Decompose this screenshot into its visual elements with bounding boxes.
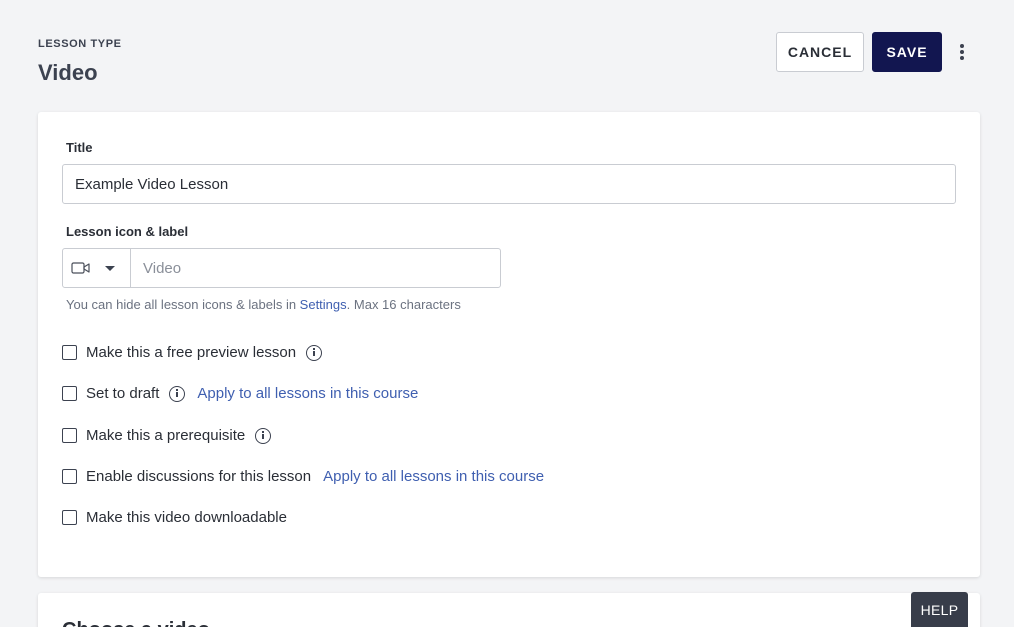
help-text-suffix: . Max 16 characters [346,297,461,312]
option-set-draft: Set to draft Apply to all lessons in thi… [62,385,418,402]
lesson-settings-card: Title Lesson icon & label You can hide a… [38,112,980,577]
page-header: LESSON TYPE Video [38,38,122,86]
discussions-checkbox[interactable] [62,469,77,484]
chevron-down-icon [105,265,115,271]
info-icon[interactable] [306,344,323,361]
title-input[interactable] [62,164,956,204]
downloadable-label[interactable]: Make this video downloadable [86,509,287,526]
set-draft-checkbox[interactable] [62,386,77,401]
prerequisite-label[interactable]: Make this a prerequisite [86,427,245,444]
downloadable-checkbox[interactable] [62,510,77,525]
info-icon[interactable] [169,385,186,402]
free-preview-label[interactable]: Make this a free preview lesson [86,344,296,361]
discussions-apply-all-link[interactable]: Apply to all lessons in this course [323,468,544,485]
lesson-label-input[interactable] [131,249,500,287]
cancel-button[interactable]: CANCEL [776,32,864,72]
settings-link[interactable]: Settings [300,297,347,312]
free-preview-checkbox[interactable] [62,345,77,360]
option-downloadable: Make this video downloadable [62,509,287,526]
option-discussions: Enable discussions for this lesson Apply… [62,468,544,485]
prerequisite-checkbox[interactable] [62,428,77,443]
lesson-icon-label-field [62,248,501,288]
option-prerequisite: Make this a prerequisite [62,427,272,444]
lesson-type-label: LESSON TYPE [38,38,122,50]
help-button[interactable]: HELP [911,592,968,627]
more-options-icon[interactable] [948,32,976,72]
discussions-label[interactable]: Enable discussions for this lesson [86,468,311,485]
video-camera-icon [71,262,90,274]
icon-help-text: You can hide all lesson icons & labels i… [66,297,461,312]
set-draft-label[interactable]: Set to draft [86,385,159,402]
title-label: Title [66,140,93,155]
help-text-prefix: You can hide all lesson icons & labels i… [66,297,300,312]
lesson-type-value: Video [38,60,98,85]
save-button[interactable]: SAVE [872,32,942,72]
option-free-preview: Make this a free preview lesson [62,344,323,361]
lesson-icon-label-heading: Lesson icon & label [66,224,189,239]
choose-video-title: Choose a video [62,619,210,627]
info-icon[interactable] [255,427,272,444]
draft-apply-all-link[interactable]: Apply to all lessons in this course [197,385,418,402]
choose-video-card: Choose a video [38,593,980,627]
lesson-icon-dropdown[interactable] [63,249,131,287]
header-actions: CANCEL SAVE [776,32,976,72]
